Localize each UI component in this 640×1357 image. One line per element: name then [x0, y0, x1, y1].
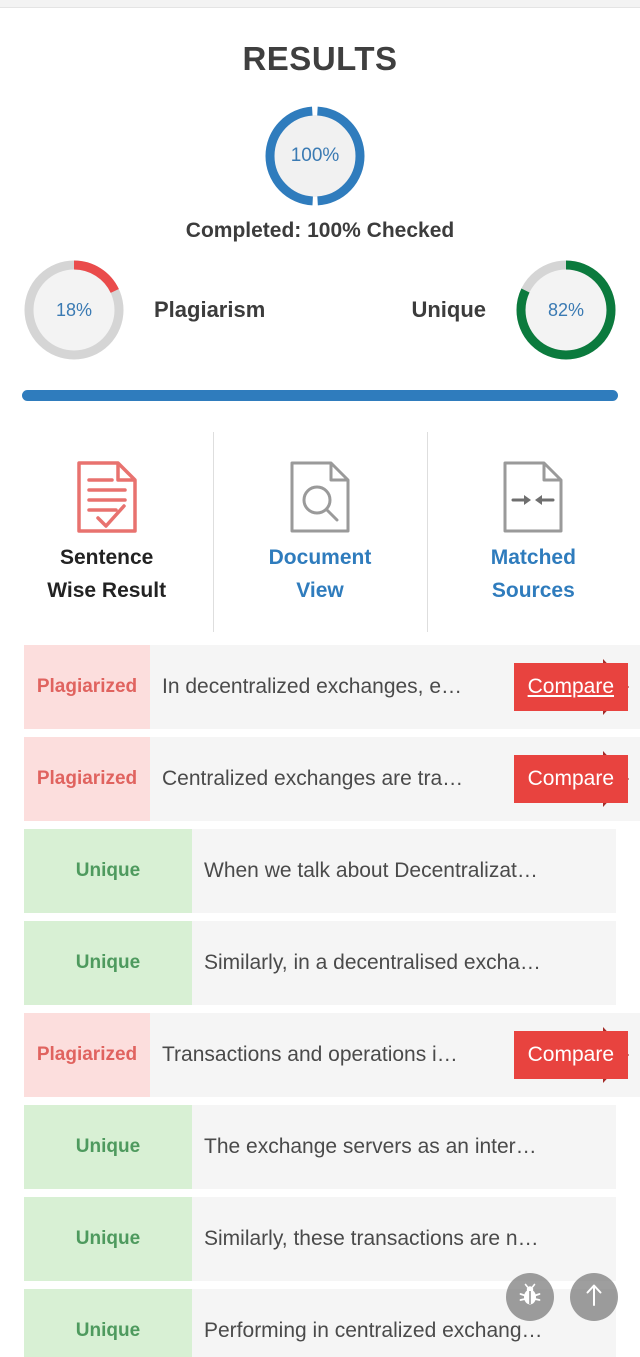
completion-donut: 100%	[263, 104, 367, 208]
compare-button-wrapper: Compare	[513, 1027, 629, 1083]
tab-label-line1: Sentence	[59, 546, 154, 569]
plagiarism-label: Plagiarism	[154, 297, 266, 322]
compare-button[interactable]: Compare	[513, 755, 628, 803]
compare-button-wrapper: Compare	[513, 659, 629, 715]
scroll-to-top-button[interactable]	[570, 1273, 618, 1321]
tab-label-line2: View	[296, 578, 344, 602]
tab-label-line2: Wise Result	[47, 578, 167, 602]
result-row: Unique Similarly, these transactions are …	[0, 1197, 640, 1281]
result-row: Plagiarized In decentralized exchanges, e…	[0, 645, 640, 729]
result-row: Plagiarized Transactions and operations i…	[0, 1013, 640, 1097]
browser-top-strip	[0, 0, 640, 8]
unique-stat: Unique 82%	[411, 258, 618, 362]
arrow-up-icon	[582, 1282, 606, 1313]
unique-percent-label: 82%	[547, 299, 585, 320]
unique-donut: 82%	[514, 258, 618, 362]
sentence-text: Similarly, these transactions are n…	[192, 1197, 616, 1281]
result-row: Unique When we talk about Decentralizat…	[0, 829, 640, 913]
tab-document-view[interactable]: Document View	[213, 432, 426, 632]
result-row: Unique The exchange servers as an inter…	[0, 1105, 640, 1189]
tab-sentence-wise-result[interactable]: Sentence Wise Result	[0, 432, 213, 632]
plagiarism-percent-label: 18%	[55, 299, 93, 320]
progress-divider-bar	[22, 390, 618, 401]
status-badge: Unique	[24, 1105, 192, 1189]
tab-sentence-wise-result-label: Sentence Wise Result	[47, 542, 166, 607]
document-check-icon	[76, 458, 138, 536]
compare-button[interactable]: Compare	[513, 1031, 628, 1079]
unique-label: Unique	[411, 297, 486, 322]
status-badge: Plagiarized	[24, 737, 150, 821]
sentence-result-list: Plagiarized In decentralized exchanges, e…	[0, 645, 640, 1357]
completed-status-text: Completed: 100% Checked	[185, 219, 455, 242]
status-badge: Unique	[24, 829, 192, 913]
report-bug-button[interactable]	[506, 1273, 554, 1321]
sentence-text: When we talk about Decentralizat…	[192, 829, 616, 913]
document-arrows-icon	[502, 458, 564, 536]
sentence-text: Similarly, in a decentralised excha…	[192, 921, 616, 1005]
status-badge: Plagiarized	[24, 645, 150, 729]
tab-label-line2: Sources	[491, 578, 575, 602]
plagiarism-donut: 18%	[22, 258, 126, 362]
compare-button-wrapper: Compare	[513, 751, 629, 807]
stats-row: 18% Plagiarism Unique 82%	[0, 258, 640, 362]
tab-label-line1: Matched	[490, 546, 576, 569]
compare-button[interactable]: Compare	[513, 663, 628, 711]
tab-label-line1: Document	[268, 546, 372, 569]
status-badge: Plagiarized	[24, 1013, 150, 1097]
result-row: Plagiarized Centralized exchanges are tra…	[0, 737, 640, 821]
result-row: Unique Similarly, in a decentralised exch…	[0, 921, 640, 1005]
status-badge: Unique	[24, 1197, 192, 1281]
tab-document-view-label: Document View	[269, 542, 372, 607]
completion-percent-label: 100%	[290, 145, 340, 166]
document-search-icon	[289, 458, 351, 536]
view-tabs: Sentence Wise Result Document View Match…	[0, 432, 640, 632]
sentence-text: The exchange servers as an inter…	[192, 1105, 616, 1189]
status-badge: Unique	[24, 921, 192, 1005]
plagiarism-stat: 18% Plagiarism	[22, 258, 265, 362]
tab-matched-sources-label: Matched Sources	[491, 542, 576, 607]
results-page: RESULTS 100% Completed: 100% Checked 18%…	[0, 0, 640, 1357]
status-badge: Unique	[24, 1289, 192, 1357]
tab-matched-sources[interactable]: Matched Sources	[426, 432, 640, 632]
page-title: RESULTS	[242, 40, 398, 77]
bug-icon	[517, 1282, 543, 1313]
